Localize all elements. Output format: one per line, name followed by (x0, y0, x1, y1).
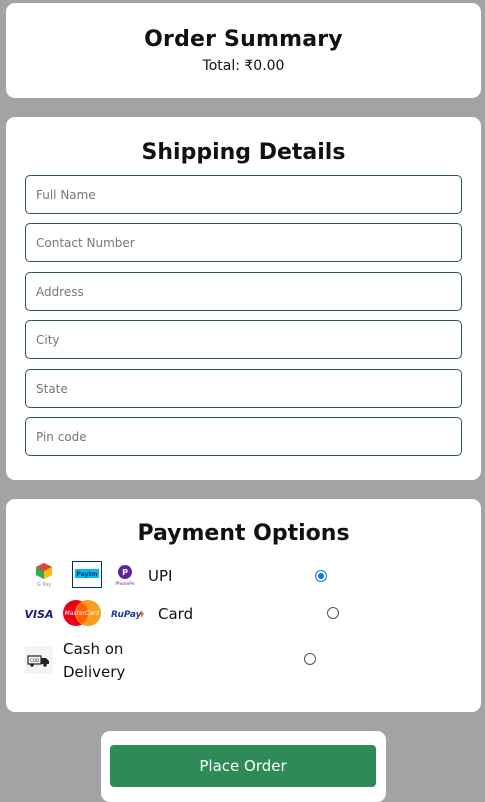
svg-text:VISA: VISA (24, 608, 53, 621)
cash-on-delivery-radio[interactable] (304, 653, 316, 665)
pin-code-input[interactable] (25, 417, 462, 456)
payment-option-cod[interactable]: COD Cash on Delivery (6, 636, 481, 684)
shipping-details-title: Shipping Details (141, 140, 346, 165)
svg-text:G Pay: G Pay (37, 582, 51, 587)
payment-option-upi[interactable]: G Pay Paytm P PhonePe UPI (6, 561, 481, 591)
order-summary-card: Order Summary Total: ₹0.00 (6, 3, 481, 98)
order-total: Total: ₹0.00 (202, 58, 285, 74)
payment-option-card[interactable]: VISA MasterCard RuPay Card (6, 598, 481, 628)
svg-text:P: P (122, 568, 128, 577)
state-input[interactable] (25, 369, 462, 408)
cash-on-delivery-truck-icon: COD (25, 646, 53, 678)
svg-text:MasterCard: MasterCard (65, 610, 100, 617)
upi-label: UPI (148, 567, 173, 585)
card-radio[interactable] (327, 607, 339, 619)
upi-radio[interactable] (315, 570, 327, 582)
svg-text:PhonePe: PhonePe (115, 581, 134, 587)
place-order-button[interactable]: Place Order (110, 745, 376, 787)
paytm-logo-icon: Paytm (72, 561, 102, 592)
visa-logo-icon: VISA (24, 606, 54, 625)
svg-text:RuPay: RuPay (111, 610, 143, 620)
rupay-logo-icon: RuPay (111, 606, 145, 625)
full-name-input[interactable] (25, 175, 462, 214)
svg-text:COD: COD (30, 658, 39, 663)
svg-text:Paytm: Paytm (76, 571, 97, 578)
payment-options-title: Payment Options (137, 521, 350, 546)
gpay-logo-icon: G Pay (32, 561, 56, 591)
city-input[interactable] (25, 320, 462, 359)
shipping-details-card: Shipping Details (6, 117, 481, 480)
order-summary-title: Order Summary (144, 27, 343, 52)
cash-on-delivery-label: Cash on Delivery (63, 640, 126, 681)
card-label: Card (158, 605, 194, 623)
payment-options-card: Payment Options G Pay Paytm P PhonePe UP… (6, 499, 481, 712)
contact-number-input[interactable] (25, 223, 462, 262)
address-input[interactable] (25, 272, 462, 311)
place-order-container: Place Order (101, 731, 386, 802)
phonepe-logo-icon: P PhonePe (114, 563, 136, 591)
mastercard-logo-icon: MasterCard (62, 599, 102, 631)
